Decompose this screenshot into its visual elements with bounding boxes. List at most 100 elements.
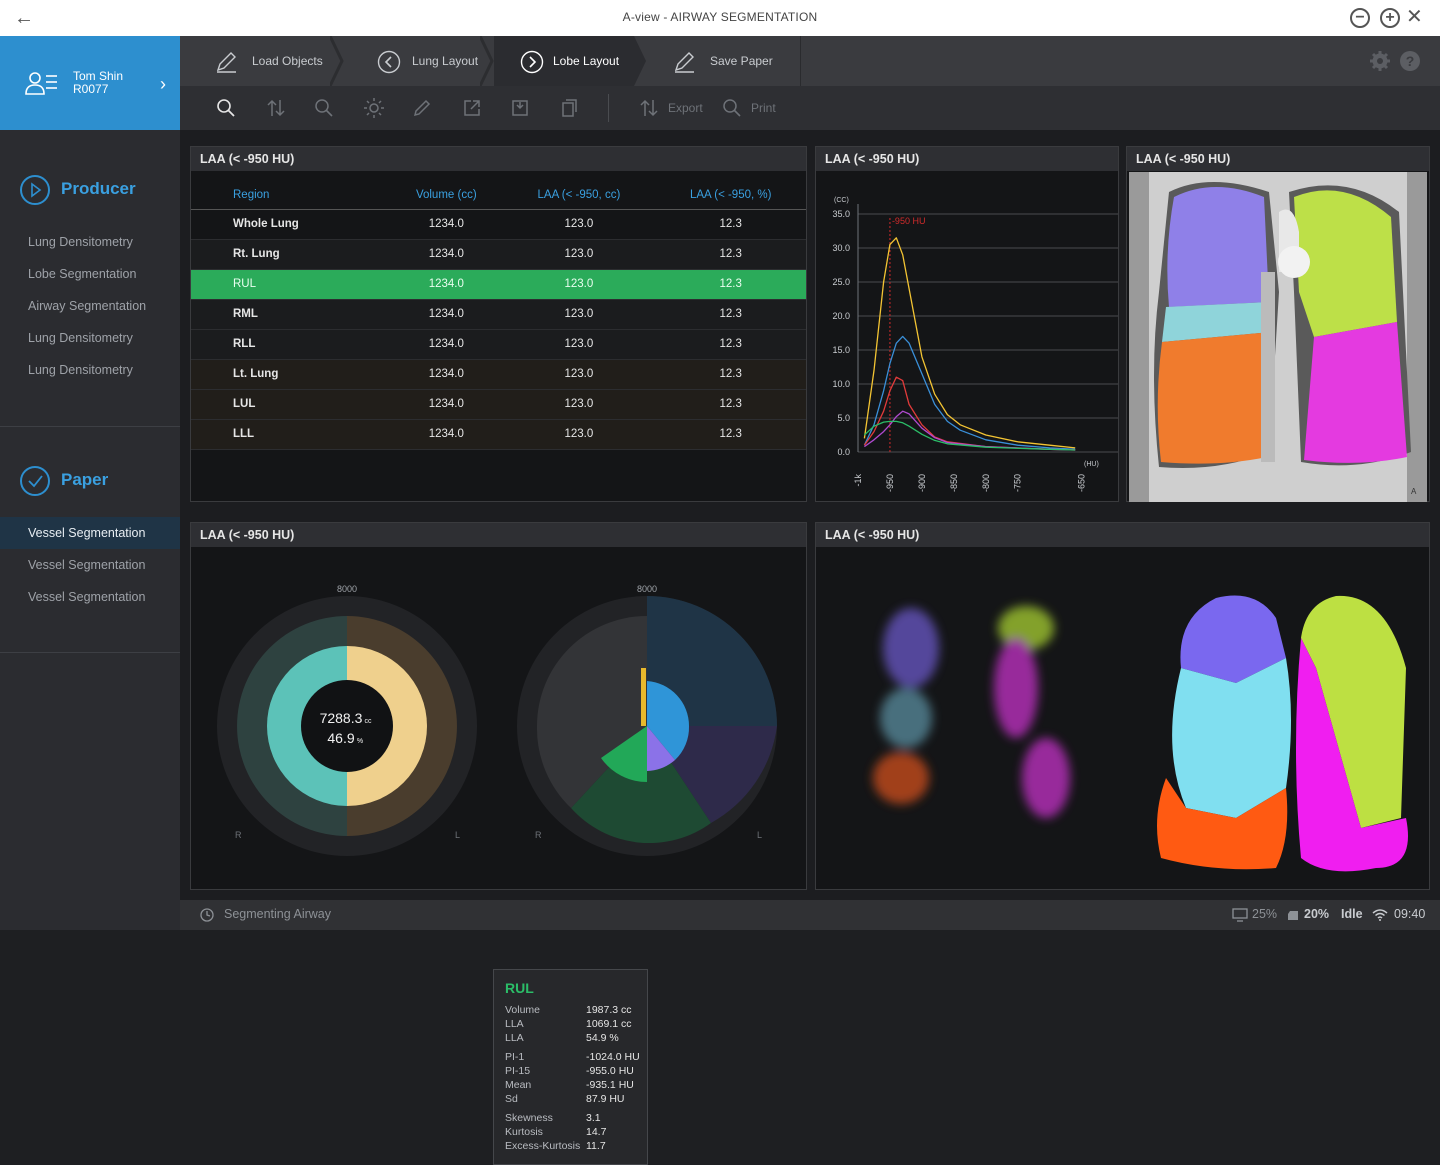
- table-row[interactable]: Rt. Lung 1234.0 123.0 12.3: [191, 239, 806, 270]
- tooltip-key: Excess-Kurtosis: [505, 1140, 581, 1152]
- brightness-icon[interactable]: [364, 98, 384, 118]
- column-header[interactable]: LAA (< -950, cc): [502, 181, 656, 210]
- minimize-icon[interactable]: −: [1350, 8, 1370, 28]
- step-lung-layout[interactable]: Lung Layout: [344, 36, 484, 86]
- sidebar-item-lobe-segmentation[interactable]: Lobe Segmentation: [0, 258, 180, 290]
- tooltip-key: Mean: [505, 1079, 532, 1091]
- export-icon[interactable]: [639, 98, 659, 118]
- user-card[interactable]: Tom Shin R0077 ›: [0, 36, 180, 130]
- lobe-donut-charts: 7288.3 cc 46.9 % 8000 R L 8000 R L: [217, 584, 777, 856]
- table-cell: 12.3: [655, 269, 806, 300]
- series-line-1: [863, 335, 1076, 450]
- table-row[interactable]: Lt. Lung 1234.0 123.0 12.3: [191, 359, 806, 390]
- reference-line-label: -950 HU: [892, 216, 926, 226]
- table-cell: 1234.0: [390, 419, 503, 450]
- paper-section-header[interactable]: Paper: [20, 466, 180, 498]
- table-row[interactable]: LUL 1234.0 123.0 12.3: [191, 389, 806, 420]
- orientation-label: A: [1411, 487, 1417, 496]
- tooltip-value: 14.7: [586, 1126, 607, 1138]
- tooltip-value: 1069.1 cc: [586, 1018, 632, 1030]
- column-header[interactable]: Region: [191, 181, 391, 210]
- laa-table-panel: LAA (< -950 HU) Region Volume (cc) LAA (…: [190, 146, 807, 502]
- magnifier-icon[interactable]: [314, 98, 334, 118]
- center-percent: 46.9: [327, 730, 354, 746]
- x-tick-label: -750: [1013, 474, 1023, 492]
- table-cell: 12.3: [655, 299, 806, 330]
- x-tick-label: -800: [981, 474, 991, 492]
- pen-icon: [216, 52, 236, 73]
- monitor-icon: [1232, 908, 1248, 922]
- check-circle-icon: [20, 466, 50, 496]
- export-button[interactable]: Export: [668, 101, 703, 115]
- tooltip-key: Sd: [505, 1093, 518, 1105]
- tooltip-value: 87.9 HU: [586, 1093, 625, 1105]
- print-button[interactable]: Print: [751, 101, 776, 115]
- pen-icon[interactable]: [412, 98, 432, 118]
- table-row[interactable]: Whole Lung 1234.0 123.0 12.3: [191, 209, 806, 240]
- sector-rul[interactable]: [537, 616, 647, 726]
- table-cell: 12.3: [655, 389, 806, 420]
- tooltip-value: -955.0 HU: [586, 1065, 634, 1077]
- gear-icon[interactable]: [1369, 50, 1391, 72]
- copy-icon[interactable]: [560, 98, 580, 118]
- status-bar: Segmenting Airway 25% 20% Idle 09:40: [180, 900, 1440, 930]
- table-cell: 1234.0: [390, 389, 503, 420]
- step-save-paper[interactable]: Save Paper: [648, 36, 800, 86]
- print-search-icon[interactable]: [722, 98, 742, 118]
- y-tick-label: 35.0: [832, 209, 850, 219]
- table-row[interactable]: RML 1234.0 123.0 12.3: [191, 299, 806, 330]
- sidebar-item-vessel-segmentation-2[interactable]: Vessel Segmentation: [0, 549, 180, 581]
- sidebar-item-lung-densitometry[interactable]: Lung Densitometry: [0, 226, 180, 258]
- toolbar-divider: [608, 94, 609, 122]
- step-divider: [480, 36, 494, 86]
- sidebar-item-lung-densitometry-3[interactable]: Lung Densitometry: [0, 354, 180, 386]
- battery-icon: [1288, 911, 1298, 920]
- sidebar-item-vessel-segmentation-3[interactable]: Vessel Segmentation: [0, 581, 180, 613]
- help-icon[interactable]: ?: [1399, 50, 1421, 72]
- x-tick-label: -1k: [853, 474, 863, 487]
- 3d-lung-render[interactable]: [816, 548, 1429, 888]
- y-tick-label: 20.0: [832, 311, 850, 321]
- sidebar-item-airway-segmentation[interactable]: Airway Segmentation: [0, 290, 180, 322]
- title-bar: ← A-view - AIRWAY SEGMENTATION − + ✕: [0, 0, 1440, 36]
- table-cell: 123.0: [502, 419, 656, 450]
- chevron-right-icon[interactable]: ›: [160, 74, 166, 95]
- rul-bar[interactable]: [641, 668, 646, 726]
- share-icon[interactable]: [462, 98, 482, 118]
- tooltip-key: Skewness: [505, 1112, 553, 1124]
- zoom-icon[interactable]: [216, 98, 236, 118]
- divider: [0, 652, 180, 653]
- table-cell: Rt. Lung: [191, 239, 391, 270]
- maximize-icon[interactable]: +: [1380, 8, 1400, 28]
- panel-title: LAA (< -950 HU): [191, 523, 806, 547]
- scale-label: 8000: [637, 584, 657, 594]
- table-cell: 1234.0: [390, 209, 503, 240]
- step-navigation: Load Objects Lung Layout Lobe Layout Sav…: [180, 36, 1440, 86]
- donut-chart-panel: LAA (< -950 HU) 7288.3 cc 46.9 % 8000 R …: [190, 522, 807, 1165]
- step-load-objects[interactable]: Load Objects: [180, 36, 336, 86]
- x-tick-label: -650: [1077, 474, 1087, 492]
- y-tick-label: 15.0: [832, 345, 850, 355]
- step-lobe-layout[interactable]: Lobe Layout: [494, 36, 634, 86]
- divider: [800, 36, 801, 86]
- column-header[interactable]: Volume (cc): [390, 181, 503, 210]
- y-tick-label: 25.0: [832, 277, 850, 287]
- tooltip-key: PI-1: [505, 1051, 525, 1063]
- table-row-selected[interactable]: RUL 1234.0 123.0 12.3: [191, 269, 806, 300]
- table-row[interactable]: RLL 1234.0 123.0 12.3: [191, 329, 806, 360]
- sidebar-item-lung-densitometry-2[interactable]: Lung Densitometry: [0, 322, 180, 354]
- close-icon[interactable]: ✕: [1406, 6, 1423, 28]
- sort-arrows-icon[interactable]: [266, 98, 286, 118]
- import-icon[interactable]: [510, 98, 530, 118]
- ct-coronal-image[interactable]: A: [1129, 172, 1427, 502]
- toolbar: Export Print: [180, 86, 1440, 130]
- window-title: A-view - AIRWAY SEGMENTATION: [622, 10, 818, 24]
- table-cell: 1234.0: [390, 239, 503, 270]
- tooltip-title: RUL: [505, 980, 534, 996]
- producer-section-header[interactable]: Producer: [20, 175, 180, 207]
- sidebar-item-vessel-segmentation[interactable]: Vessel Segmentation: [0, 517, 180, 549]
- wifi-icon: [1372, 909, 1388, 921]
- table-row[interactable]: LLL 1234.0 123.0 12.3: [191, 419, 806, 450]
- producer-label: Producer: [61, 179, 136, 198]
- column-header[interactable]: LAA (< -950, %): [655, 181, 806, 210]
